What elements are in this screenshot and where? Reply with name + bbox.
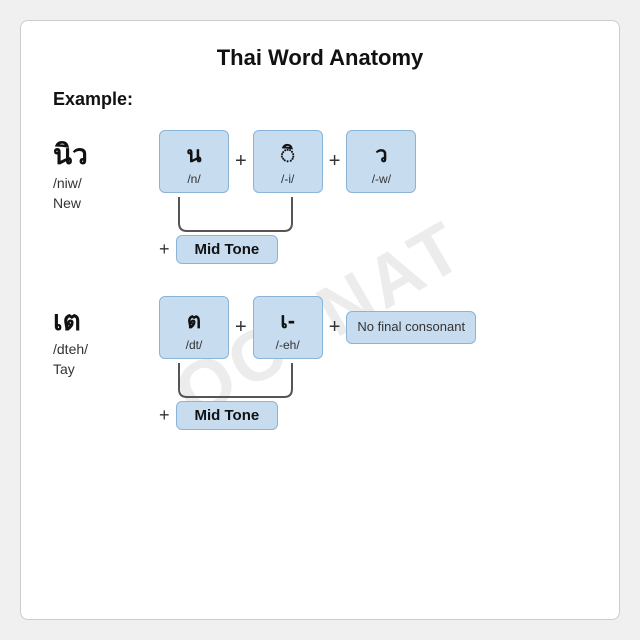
box-roman-2-1: /dt/: [170, 338, 218, 352]
midtone-plus-2: +: [159, 405, 170, 426]
midtone-plus-1: +: [159, 239, 170, 260]
box-1-3: ว /-w/: [346, 130, 416, 193]
brace-svg-1: [169, 195, 399, 233]
box-1-2: ◌ิ /-i/: [253, 130, 323, 193]
box-2-1: ต /dt/: [159, 296, 229, 359]
page-title: Thai Word Anatomy: [53, 45, 587, 71]
example-label: Example:: [53, 89, 587, 110]
box-thai-1-1: น: [170, 137, 218, 172]
brace-container-1: [169, 195, 399, 233]
word-info-1: นิว /niw/ New: [53, 130, 143, 211]
word-thai-1: นิว: [53, 140, 143, 171]
box-text-2-3: No final consonant: [357, 318, 465, 336]
boxes-row-1: น /n/ + ◌ิ /-i/ + ว /-w/: [159, 130, 416, 193]
box-roman-1-2: /-i/: [264, 172, 312, 186]
box-roman-1-3: /-w/: [357, 172, 405, 186]
midtone-row-2: + Mid Tone: [159, 401, 278, 430]
boxes-row-2: ต /dt/ + เ- /-eh/ + No final consonant: [159, 296, 476, 359]
plus-icon-2-2: +: [329, 316, 341, 339]
box-roman-2-2: /-eh/: [264, 338, 312, 352]
word-block-2: เต /dteh/ Tay ต /dt/ + เ- /-eh/ +: [53, 296, 587, 430]
plus-icon-2-1: +: [235, 316, 247, 339]
brace-svg-2: [169, 361, 399, 399]
brace-container-2: [169, 361, 399, 399]
box-roman-1-1: /n/: [170, 172, 218, 186]
midtone-box-2: Mid Tone: [176, 401, 279, 430]
plus-icon-1-1: +: [235, 150, 247, 173]
box-2-2: เ- /-eh/: [253, 296, 323, 359]
box-2-3: No final consonant: [346, 311, 476, 343]
box-1-1: น /n/: [159, 130, 229, 193]
box-thai-2-1: ต: [170, 303, 218, 338]
main-card: OCTNAT Thai Word Anatomy Example: นิว /n…: [20, 20, 620, 620]
plus-icon-1-2: +: [329, 150, 341, 173]
word-english-2: Tay: [53, 361, 143, 377]
midtone-box-1: Mid Tone: [176, 235, 279, 264]
box-thai-1-2: ◌ิ: [264, 137, 312, 172]
diagram-1: น /n/ + ◌ิ /-i/ + ว /-w/: [159, 130, 416, 264]
midtone-row-1: + Mid Tone: [159, 235, 278, 264]
word-roman-2: /dteh/: [53, 341, 143, 357]
box-thai-2-2: เ-: [264, 303, 312, 338]
word-info-2: เต /dteh/ Tay: [53, 296, 143, 377]
word-english-1: New: [53, 195, 143, 211]
word-block-1: นิว /niw/ New น /n/ + ◌ิ /-i/ +: [53, 130, 587, 264]
diagram-2: ต /dt/ + เ- /-eh/ + No final consonant: [159, 296, 476, 430]
word-thai-2: เต: [53, 306, 143, 337]
box-thai-1-3: ว: [357, 137, 405, 172]
word-roman-1: /niw/: [53, 175, 143, 191]
